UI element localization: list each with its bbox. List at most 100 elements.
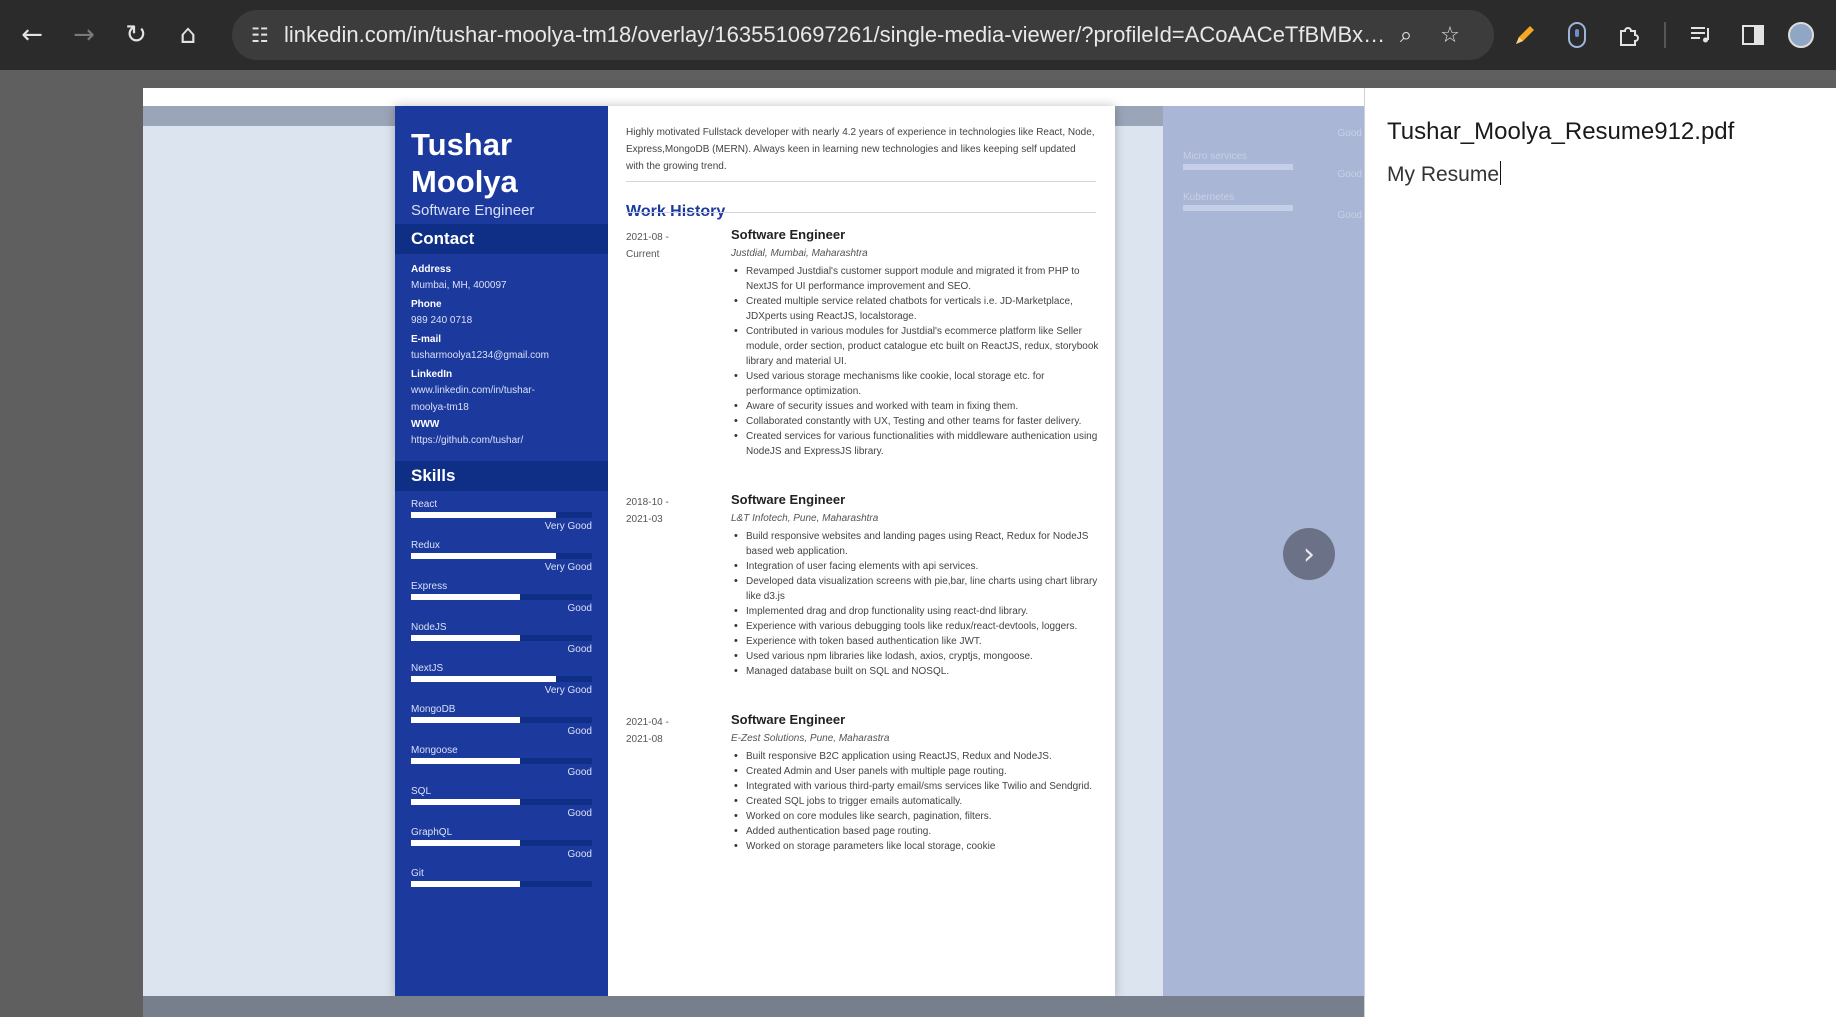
skill-bar: [411, 881, 592, 887]
extensions-area: [1508, 15, 1814, 55]
job-title: Software Engineer: [731, 492, 846, 507]
skill-bar-fill: [411, 881, 520, 887]
skill-bar-fill: [411, 758, 520, 764]
job-bullet: Contributed in various modules for Justd…: [731, 324, 1102, 369]
job-bullet: Experience with various debugging tools …: [731, 619, 1102, 634]
skill-name: Mongoose: [411, 745, 458, 756]
skill-level: Good: [567, 644, 592, 655]
zoom-icon[interactable]: ⌕: [1386, 15, 1426, 55]
skill-name: Express: [411, 581, 448, 592]
job-bullet: Created services for various functionali…: [731, 429, 1102, 459]
skill-level: Very Good: [544, 685, 592, 696]
back-icon[interactable]: ←: [12, 15, 52, 55]
resume-name: Tushar Moolya: [411, 126, 518, 200]
skill-level: Good: [567, 849, 592, 860]
home-icon[interactable]: ⌂: [168, 15, 208, 55]
job-bullet: Created multiple service related chatbot…: [731, 294, 1102, 324]
skill-name: NextJS: [411, 663, 444, 674]
reload-icon[interactable]: ↻: [116, 15, 156, 55]
skill-name: SQL: [411, 786, 432, 797]
job-bullet: Experience with token based authenticati…: [731, 634, 1102, 649]
skill-bar-fill: [411, 553, 556, 559]
job-bullet: Aware of security issues and worked with…: [731, 399, 1102, 414]
job-bullet: Used various npm libraries like lodash, …: [731, 649, 1102, 664]
page-area: Good Micro services Good Kubernetes Good…: [0, 70, 1836, 1017]
contact-label: E-mail: [411, 334, 442, 345]
job-company: E-Zest Solutions, Pune, Maharastra: [731, 733, 890, 744]
contact-value: www.linkedin.com/in/tushar-moolya-tm18: [411, 385, 535, 413]
url-text[interactable]: linkedin.com/in/tushar-moolya-tm18/overl…: [284, 22, 1386, 48]
skill-bar-fill: [411, 512, 556, 518]
skill-level: Good: [567, 726, 592, 737]
contact-label: WWW: [411, 419, 440, 430]
address-bar[interactable]: ☷ linkedin.com/in/tushar-moolya-tm18/ove…: [232, 10, 1494, 60]
job-dates: 2021-04 - 2021-08: [626, 714, 711, 748]
job-bullets: Build responsive websites and landing pa…: [731, 529, 1102, 679]
contact-label: Address: [411, 264, 452, 275]
skill-bar: [411, 512, 592, 518]
puzzle-extensions-icon[interactable]: [1612, 15, 1646, 55]
contact-value: https://github.com/tushar/: [411, 435, 524, 446]
ghost-skill-bar: [1183, 205, 1293, 211]
divider: [626, 212, 1096, 213]
skill-bar: [411, 799, 592, 805]
job-bullet: Implemented drag and drop functionality …: [731, 604, 1102, 619]
ghost-skill: Micro services: [1183, 151, 1247, 162]
contact-value: tusharmoolya1234@gmail.com: [411, 350, 549, 361]
skill-item: NodeJS Good: [411, 622, 592, 662]
skill-item: Mongoose Good: [411, 745, 592, 785]
skill-level: Good: [567, 603, 592, 614]
job-bullets: Revamped Justdial's customer support mod…: [731, 264, 1102, 459]
skill-level: Good: [567, 767, 592, 778]
ghost-skill: Kubernetes: [1183, 192, 1235, 203]
job-bullet: Created Admin and User panels with multi…: [731, 764, 1102, 779]
bookmark-star-icon[interactable]: ☆: [1430, 15, 1470, 55]
skill-item: Express Good: [411, 581, 592, 621]
job-dates: 2021-08 - Current: [626, 229, 711, 263]
resume-role: Software Engineer: [411, 202, 535, 219]
resume-document: Tushar Moolya Software Engineer Contact …: [395, 106, 1115, 998]
media-control-icon[interactable]: [1684, 15, 1718, 55]
contact-label: LinkedIn: [411, 369, 453, 380]
forward-icon[interactable]: →: [64, 15, 104, 55]
document-description[interactable]: My Resume: [1387, 161, 1502, 187]
job-bullet: Developed data visualization screens wit…: [731, 574, 1102, 604]
profile-avatar[interactable]: [1788, 22, 1814, 48]
job-bullet: Used various storage mechanisms like coo…: [731, 369, 1102, 399]
skill-level: Good: [567, 808, 592, 819]
contact-value: 989 240 0718: [411, 315, 473, 326]
job-title: Software Engineer: [731, 227, 846, 242]
skill-level: Very Good: [544, 562, 592, 573]
text-caret: [1500, 161, 1502, 185]
skill-name: Redux: [411, 540, 440, 551]
skill-item: React Very Good: [411, 499, 592, 539]
job-bullet: Revamped Justdial's customer support mod…: [731, 264, 1102, 294]
job-bullet: Worked on storage parameters like local …: [731, 839, 1102, 854]
job-bullet: Added authentication based page routing.: [731, 824, 1102, 839]
description-text: My Resume: [1387, 163, 1500, 186]
skill-bar: [411, 758, 592, 764]
site-settings-icon[interactable]: ☷: [240, 15, 280, 55]
skill-bar-fill: [411, 717, 520, 723]
skill-item: Redux Very Good: [411, 540, 592, 580]
contact-value: Mumbai, MH, 400097: [411, 280, 507, 291]
skill-item: GraphQL Good: [411, 827, 592, 867]
job-company: L&T Infotech, Pune, Maharashtra: [731, 513, 879, 524]
side-panel-icon[interactable]: [1736, 15, 1770, 55]
job-bullet: Collaborated constantly with UX, Testing…: [731, 414, 1102, 429]
ghost-level: Good: [1337, 169, 1362, 180]
skill-item: SQL Good: [411, 786, 592, 826]
skills-heading: Skills: [395, 461, 608, 491]
pencil-extension-icon[interactable]: [1508, 15, 1542, 55]
shield-extension-icon[interactable]: [1560, 15, 1594, 55]
skill-bar: [411, 594, 592, 600]
skill-bar: [411, 553, 592, 559]
next-slide-button[interactable]: ›: [1283, 528, 1335, 580]
ghost-level: Good: [1337, 128, 1362, 139]
skill-name: MongoDB: [411, 704, 456, 715]
skill-item: MongoDB Good: [411, 704, 592, 744]
skill-name: Git: [411, 868, 424, 879]
skill-level: Very Good: [544, 521, 592, 532]
toolbar-separator: [1664, 22, 1666, 48]
job-start: 2018-10 -: [626, 497, 669, 508]
